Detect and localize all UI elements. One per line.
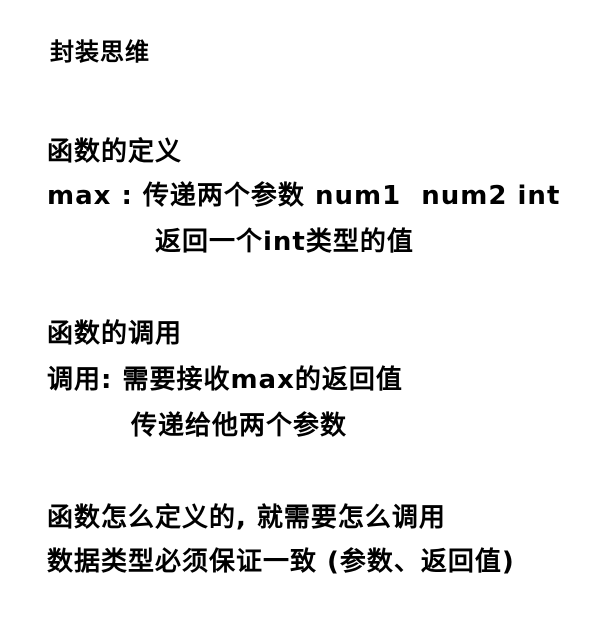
- definition-line-1: max : 传递两个参数 num1 num2 int: [47, 181, 561, 211]
- call-line-2: 传递给他两个参数: [131, 411, 348, 441]
- call-line-1: 调用: 需要接收max的返回值: [47, 365, 403, 395]
- doc-heading: 封装思维: [50, 38, 150, 66]
- summary-line-1: 函数怎么定义的, 就需要怎么调用: [47, 503, 446, 533]
- section-function-call-title: 函数的调用: [47, 319, 183, 349]
- section-function-definition-title: 函数的定义: [47, 137, 183, 167]
- summary-line-2: 数据类型必须保证一致 (参数、返回值): [47, 547, 515, 577]
- definition-line-2: 返回一个int类型的值: [155, 227, 414, 257]
